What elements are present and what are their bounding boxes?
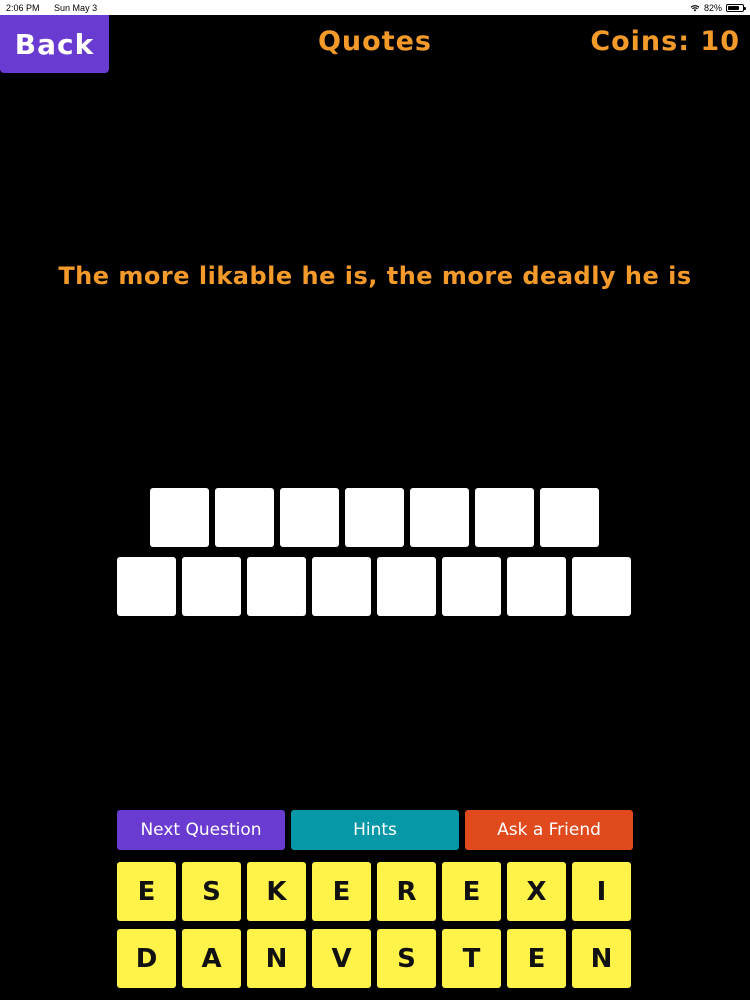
status-time: 2:06 PM [6, 2, 40, 13]
letter-key[interactable]: S [377, 929, 436, 988]
status-date: Sun May 3 [54, 2, 98, 13]
letter-key[interactable]: V [312, 929, 371, 988]
letter-key[interactable]: E [312, 862, 371, 921]
coins-counter: Coins: 10 [590, 26, 740, 57]
answer-slot[interactable] [442, 557, 501, 616]
battery-level [728, 5, 740, 10]
answer-slot[interactable] [215, 488, 274, 547]
letter-key[interactable]: N [247, 929, 306, 988]
answer-slot[interactable] [572, 557, 631, 616]
answer-slot[interactable] [475, 488, 534, 547]
letter-key[interactable]: R [377, 862, 436, 921]
answer-slot[interactable] [182, 557, 241, 616]
letter-key[interactable]: K [247, 862, 306, 921]
letter-key[interactable]: E [442, 862, 501, 921]
answer-slot[interactable] [410, 488, 469, 547]
letter-key[interactable]: N [572, 929, 631, 988]
answer-slot[interactable] [540, 488, 599, 547]
answer-slot[interactable] [247, 557, 306, 616]
answer-slot[interactable] [117, 557, 176, 616]
ask-a-friend-button[interactable]: Ask a Friend [465, 810, 633, 850]
keyboard-row-2: DANVSTEN [117, 929, 631, 988]
letter-key[interactable]: E [117, 862, 176, 921]
back-button[interactable]: Back [0, 15, 109, 73]
letter-key[interactable]: S [182, 862, 241, 921]
answer-slot[interactable] [312, 557, 371, 616]
letter-key[interactable]: D [117, 929, 176, 988]
letter-key[interactable]: X [507, 862, 566, 921]
quote-text: The more likable he is, the more deadly … [58, 262, 692, 290]
status-left: 2:06 PM Sun May 3 [6, 3, 109, 13]
letter-key[interactable]: I [572, 862, 631, 921]
answer-slot[interactable] [507, 557, 566, 616]
status-right: 82% [690, 2, 746, 13]
battery-percent: 82% [703, 2, 722, 13]
page-title: Quotes [317, 26, 432, 57]
keyboard-row-1: ESKEREXI [117, 862, 631, 921]
answer-slot[interactable] [345, 488, 404, 547]
letter-key[interactable]: E [507, 929, 566, 988]
answer-row-1 [150, 488, 599, 547]
answer-slot[interactable] [280, 488, 339, 547]
battery-icon [726, 3, 746, 12]
answer-row-2 [117, 557, 631, 616]
answer-slot[interactable] [150, 488, 209, 547]
next-question-button[interactable]: Next Question [117, 810, 285, 850]
answer-slot[interactable] [377, 557, 436, 616]
hints-button[interactable]: Hints [291, 810, 459, 850]
wifi-icon [690, 4, 700, 12]
status-bar: 2:06 PM Sun May 3 82% [0, 0, 750, 15]
letter-key[interactable]: T [442, 929, 501, 988]
letter-key[interactable]: A [182, 929, 241, 988]
